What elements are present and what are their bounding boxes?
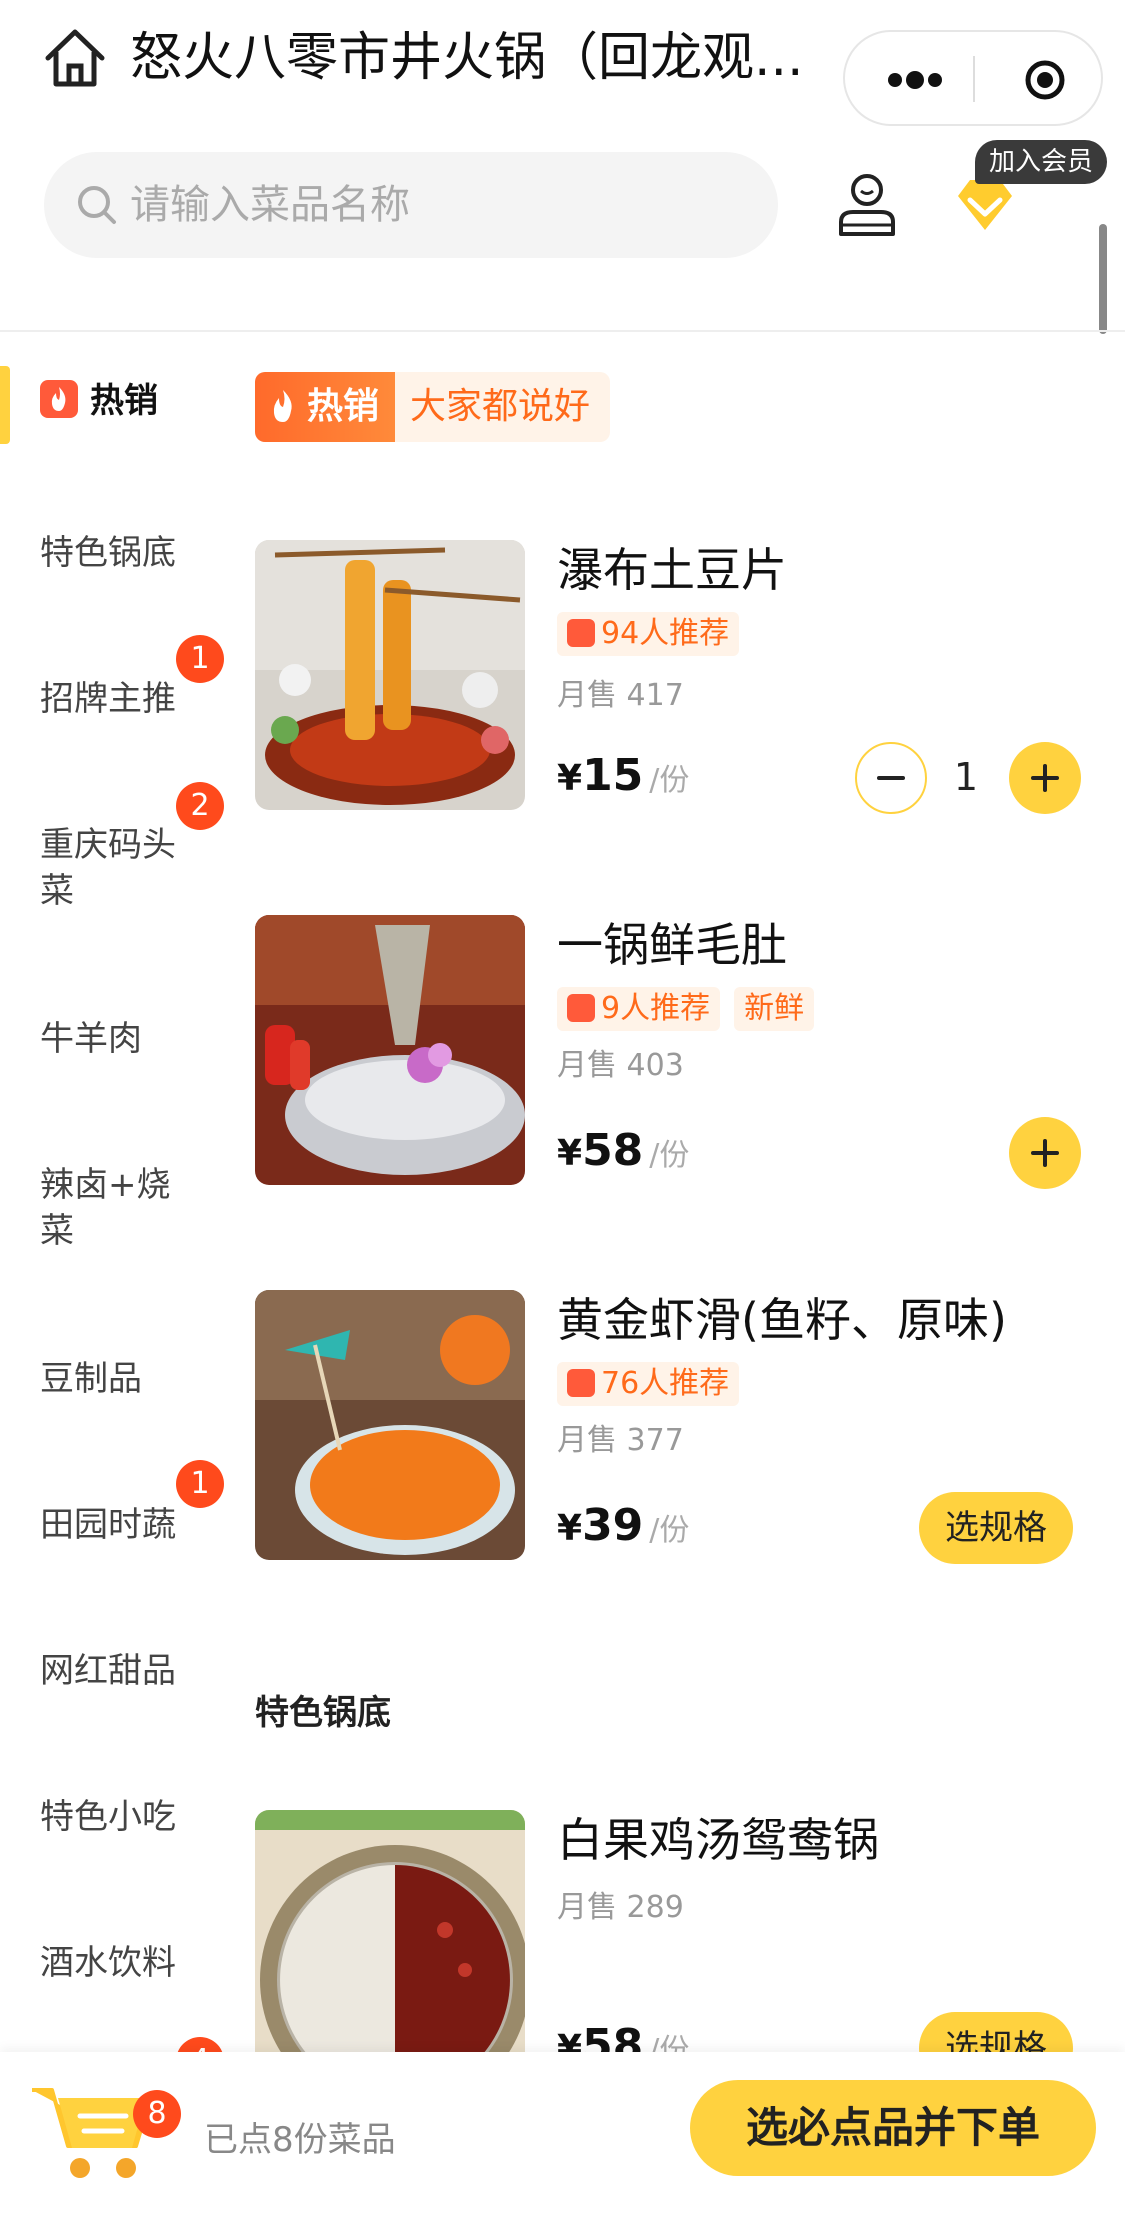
category-count-badge: 1 bbox=[176, 635, 224, 683]
home-icon[interactable] bbox=[40, 26, 110, 90]
recommend-text: 9人推荐 bbox=[601, 991, 711, 1026]
select-spec-button[interactable]: 选规格 bbox=[919, 1492, 1073, 1564]
recommend-icon bbox=[567, 1369, 595, 1397]
dish-name: 一锅鲜毛肚 bbox=[557, 918, 787, 972]
top-bar: 怒火八零市井火锅（回龙观... bbox=[0, 0, 1125, 130]
price-unit: /份 bbox=[649, 1138, 690, 1173]
cart-summary: 已点8份菜品 bbox=[204, 2120, 396, 2160]
recommend-text: 76人推荐 bbox=[601, 1366, 730, 1401]
user-profile-icon[interactable] bbox=[835, 170, 899, 240]
sidebar-item-snacks[interactable]: 特色小吃 bbox=[40, 1794, 210, 1840]
sidebar-item-hot[interactable]: 热销 bbox=[40, 378, 210, 424]
sidebar-item-desserts[interactable]: 网红甜品 bbox=[40, 1648, 210, 1694]
dish-card[interactable]: 一锅鲜毛肚 9人推荐 新鲜 月售 403 ¥58/份 bbox=[255, 915, 1095, 1189]
divider bbox=[0, 330, 1125, 332]
price-currency: ¥ bbox=[557, 1508, 583, 1549]
increase-quantity-button[interactable] bbox=[1009, 742, 1081, 814]
search-input[interactable] bbox=[130, 170, 730, 240]
recommend-icon bbox=[567, 994, 595, 1022]
dish-tags: 9人推荐 新鲜 bbox=[557, 987, 828, 1031]
dish-photo[interactable] bbox=[255, 1290, 525, 1560]
monthly-sales: 月售 377 bbox=[557, 1423, 684, 1458]
scrollbar[interactable] bbox=[1099, 224, 1107, 334]
sidebar-item-drinks[interactable]: 酒水饮料 bbox=[40, 1940, 210, 1986]
price-currency: ¥ bbox=[557, 1133, 583, 1174]
price-value: 58 bbox=[582, 2020, 644, 2052]
sidebar-item-vegetables[interactable]: 田园时蔬 bbox=[40, 1502, 210, 1548]
section-title: 特色锅底 bbox=[255, 1693, 391, 1733]
search-bar[interactable] bbox=[44, 152, 778, 258]
recommend-icon bbox=[567, 619, 595, 647]
quantity-value: 1 bbox=[953, 755, 979, 799]
dish-tags: 94人推荐 bbox=[557, 612, 753, 656]
recommend-tag: 94人推荐 bbox=[557, 612, 740, 656]
dish-price: ¥15/份 bbox=[557, 750, 689, 810]
hot-banner-left-text: 热销 bbox=[307, 386, 380, 427]
fresh-tag: 新鲜 bbox=[734, 987, 815, 1031]
cart-bar: 8 已点8份菜品 选必点品并下单 bbox=[0, 2052, 1125, 2217]
recommend-tag: 9人推荐 bbox=[557, 987, 721, 1031]
sidebar-item-beef-lamb[interactable]: 牛羊肉 bbox=[40, 1016, 210, 1062]
add-to-cart-button[interactable] bbox=[1009, 1117, 1081, 1189]
category-count-badge: 2 bbox=[176, 782, 224, 830]
hot-banner-slogan: 大家都说好 bbox=[410, 386, 591, 427]
join-member-badge[interactable]: 加入会员 bbox=[975, 140, 1108, 184]
target-icon[interactable] bbox=[1005, 52, 1085, 108]
dish-price: ¥58/份 bbox=[557, 1125, 689, 1185]
select-spec-button[interactable]: 选规格 bbox=[919, 2012, 1073, 2052]
dish-name: 黄金虾滑(鱼籽、原味) bbox=[557, 1293, 1007, 1347]
search-icon bbox=[74, 182, 120, 228]
price-value: 39 bbox=[582, 1500, 644, 1551]
dish-photo[interactable] bbox=[255, 1810, 525, 2052]
price-unit: /份 bbox=[649, 2033, 690, 2052]
recommend-text: 94人推荐 bbox=[601, 616, 730, 651]
price-unit: /份 bbox=[649, 1513, 690, 1548]
sidebar-item-braised[interactable]: 辣卤+烧菜 bbox=[40, 1162, 185, 1254]
fire-icon bbox=[273, 390, 292, 422]
sidebar-item-signature[interactable]: 招牌主推 bbox=[40, 676, 210, 722]
monthly-sales: 月售 403 bbox=[557, 1048, 684, 1083]
capsule-divider bbox=[973, 56, 975, 102]
dish-card[interactable]: 白果鸡汤鸳鸯锅 月售 289 ¥58/份 选规格 bbox=[255, 1810, 1095, 2052]
dish-card[interactable]: 瀑布土豆片 94人推荐 月售 417 ¥15/份 1 bbox=[255, 540, 1095, 814]
shop-title: 怒火八零市井火锅（回龙观... bbox=[130, 28, 804, 88]
price-value: 15 bbox=[582, 750, 644, 801]
price-currency: ¥ bbox=[557, 2028, 583, 2052]
price-currency: ¥ bbox=[557, 758, 583, 799]
sidebar-item-chongqing[interactable]: 重庆码头菜 bbox=[40, 822, 200, 914]
checkout-button[interactable]: 选必点品并下单 bbox=[690, 2080, 1096, 2176]
price-value: 58 bbox=[582, 1125, 644, 1176]
hot-banner-label: 热销 bbox=[255, 372, 395, 442]
price-unit: /份 bbox=[649, 763, 690, 798]
sidebar-item-hotpot-base[interactable]: 特色锅底 bbox=[40, 530, 210, 576]
fire-icon bbox=[40, 380, 78, 418]
monthly-sales: 月售 417 bbox=[557, 678, 684, 713]
dish-card[interactable]: 黄金虾滑(鱼籽、原味) 76人推荐 月售 377 ¥39/份 选规格 bbox=[255, 1290, 1095, 1564]
hot-sales-banner: 热销 大家都说好 bbox=[255, 372, 610, 442]
mini-program-capsule bbox=[843, 30, 1103, 126]
dish-name: 瀑布土豆片 bbox=[557, 543, 787, 597]
dish-name: 白果鸡汤鸳鸯锅 bbox=[557, 1813, 879, 1867]
cart-icon[interactable] bbox=[28, 2076, 158, 2186]
recommend-tag: 76人推荐 bbox=[557, 1362, 740, 1406]
more-dots-icon[interactable] bbox=[875, 52, 955, 108]
dish-photo[interactable] bbox=[255, 915, 525, 1185]
sidebar-item-label: 热销 bbox=[90, 381, 158, 421]
dish-price: ¥58/份 bbox=[557, 2020, 689, 2052]
cart-count-badge: 8 bbox=[133, 2090, 181, 2138]
monthly-sales: 月售 289 bbox=[557, 1890, 684, 1925]
dish-photo[interactable] bbox=[255, 540, 525, 810]
sidebar-item-tofu[interactable]: 豆制品 bbox=[40, 1356, 210, 1402]
category-count-badge: 1 bbox=[176, 1460, 224, 1508]
active-category-indicator bbox=[0, 366, 10, 444]
dish-tags: 76人推荐 bbox=[557, 1362, 753, 1406]
decrease-quantity-button[interactable] bbox=[855, 742, 927, 814]
dish-price: ¥39/份 bbox=[557, 1500, 689, 1560]
